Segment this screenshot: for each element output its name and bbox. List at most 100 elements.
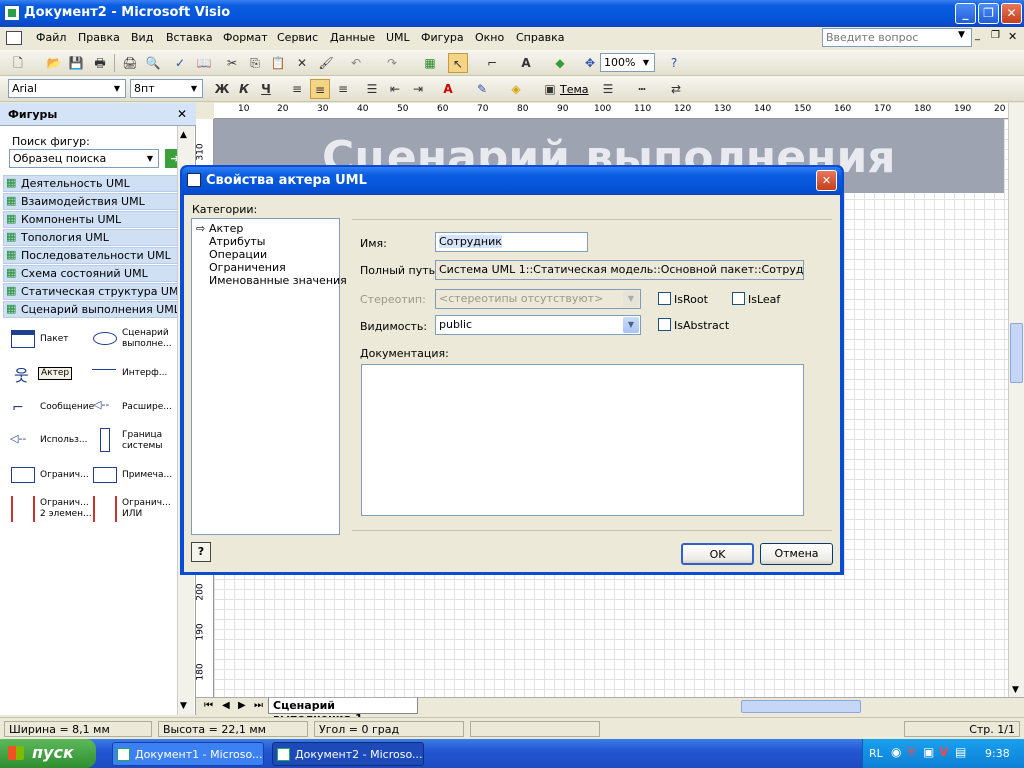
name-input[interactable]: Сотрудник [435,232,588,252]
align-center-icon[interactable]: ≡ [310,79,330,99]
tray-monitor-icon[interactable]: ▣ [923,745,934,759]
menu-data[interactable]: Данные [330,31,375,44]
menu-file[interactable]: Файл [36,31,66,44]
category-tagged-values[interactable]: Именованные значения [209,274,347,287]
connector-tool-icon[interactable]: ⌐ [482,53,502,73]
stencil-collaboration[interactable]: Взаимодействия UML [3,193,178,210]
visibility-select[interactable]: public ▼ [435,315,641,335]
last-page-icon[interactable]: ⏭ [254,700,263,711]
scroll-down-icon[interactable]: ▼ [180,701,187,711]
pan-zoom-icon[interactable]: ✥ [580,53,600,73]
new-icon[interactable]: 🗋 [8,53,28,73]
stamp-icon[interactable]: ◆ [550,53,570,73]
scroll-up-icon[interactable]: ▲ [180,130,187,140]
category-operations[interactable]: Операции [209,248,267,261]
shapes-window-icon[interactable]: ▦ [420,53,440,73]
save-icon[interactable]: 💾 [66,53,86,73]
canvas-vertical-scrollbar[interactable]: ▼ [1008,103,1024,697]
system-boundary-shape-icon[interactable] [100,428,110,452]
menu-tools[interactable]: Сервис [277,31,318,44]
first-page-icon[interactable]: ⏮ [204,700,213,711]
bullets-icon[interactable]: ☰ [362,79,382,99]
uses-shape-icon[interactable]: ◁‑‑ [10,432,26,445]
extends-shape-icon[interactable]: ◁‑‑ [93,398,109,411]
underline-icon[interactable]: Ч [256,79,276,99]
menu-uml[interactable]: UML [386,31,410,44]
menu-window[interactable]: Окно [475,31,504,44]
stencil-sequence[interactable]: Последовательности UML [3,247,178,264]
tray-network-icon[interactable]: ◉ [891,745,901,759]
panel-close-icon[interactable]: ✕ [177,107,187,121]
menu-insert[interactable]: Вставка [166,31,213,44]
format-painter-icon[interactable]: 🖌 [316,53,336,73]
theme-button[interactable]: Тема [560,83,589,96]
bold-icon[interactable]: Ж [212,79,232,99]
dialog-close-button[interactable]: ✕ [816,170,837,191]
restore-button[interactable]: ❐ [978,3,999,24]
zoom-combo[interactable]: 100% ▼ [600,53,655,72]
copy-icon[interactable]: ⎘ [245,53,265,73]
open-icon[interactable]: 📂 [44,53,64,73]
stencil-static-structure[interactable]: Статическая структура UML [3,283,185,300]
interface-shape-icon[interactable] [92,369,116,370]
documentation-textarea[interactable] [361,364,804,516]
stencil-component[interactable]: Компоненты UML [3,211,178,228]
note-shape-icon[interactable] [93,467,117,483]
start-button[interactable]: пуск [0,739,96,768]
font-color-icon[interactable]: A [438,79,458,99]
line-weight-icon[interactable]: ☰ [598,79,618,99]
font-size-combo[interactable]: 8пт ▼ [130,79,203,98]
cancel-button[interactable]: Отмена [760,543,833,565]
isabstract-checkbox[interactable] [658,318,671,331]
print-icon[interactable]: 🖨 [120,53,140,73]
ok-button[interactable]: OK [681,543,754,565]
tray-shield-icon[interactable]: ⛨ [907,745,916,760]
paste-icon[interactable]: 📋 [268,53,288,73]
scroll-down-icon[interactable]: ▼ [1012,685,1019,695]
constraint-two-elements-icon[interactable] [11,496,35,522]
undo-icon[interactable]: ↶ [346,53,366,73]
doc-close-button[interactable]: ✕ [1008,30,1017,43]
increase-indent-icon[interactable]: ⇥ [408,79,428,99]
category-attributes[interactable]: Атрибуты [209,235,265,248]
font-combo[interactable]: Arial ▼ [8,79,126,98]
stencil-statechart[interactable]: Схема состояний UML [3,265,178,282]
package-shape-icon[interactable] [11,330,35,348]
doc-minimize-button[interactable]: _ [975,30,980,41]
next-page-icon[interactable]: ▶ [238,700,246,711]
align-left-icon[interactable]: ≡ [287,79,307,99]
redo-icon[interactable]: ↷ [382,53,402,73]
isroot-checkbox[interactable] [658,292,671,305]
stencil-activity[interactable]: Деятельность UML [3,175,178,192]
category-actor[interactable]: Актер [209,222,243,235]
delete-icon[interactable]: ✕ [292,53,312,73]
fill-color-icon[interactable]: ◈ [506,79,526,99]
pointer-tool-icon[interactable]: ↖ [448,53,468,73]
document-icon[interactable] [6,31,22,45]
text-tool-icon[interactable]: A [516,53,536,73]
theme-icon[interactable]: ▣ [540,79,560,99]
decrease-indent-icon[interactable]: ⇤ [385,79,405,99]
spelling-icon[interactable]: ✓ [170,53,190,73]
use-case-shape-icon[interactable] [93,332,117,345]
stencil-deployment[interactable]: Топология UML [3,229,178,246]
menu-help[interactable]: Справка [516,31,564,44]
permission-icon[interactable]: 🖶 [90,53,110,73]
line-color-icon[interactable]: ✎ [472,79,492,99]
menu-edit[interactable]: Правка [78,31,120,44]
menu-shape[interactable]: Фигура [421,31,464,44]
ask-question-input[interactable]: Введите вопрос [822,28,972,47]
research-icon[interactable]: 📖 [194,53,214,73]
horizontal-scroll-thumb[interactable] [741,700,861,713]
constraint-or-icon[interactable] [93,496,117,522]
ask-dropdown-icon[interactable]: ▼ [958,30,965,40]
menu-format[interactable]: Формат [223,31,268,44]
italic-icon[interactable]: К [234,79,254,99]
category-constraints[interactable]: Ограничения [209,261,286,274]
page-tab[interactable]: Сценарий выполнения-1 [268,698,418,725]
taskbar-task-doc2[interactable]: Документ2 - Microso... [272,742,424,766]
isleaf-checkbox[interactable] [732,292,745,305]
stencil-use-case[interactable]: Сценарий выполнения UML [3,301,180,318]
print-preview-icon[interactable]: 🔍 [143,53,163,73]
tray-antivirus-icon[interactable]: V [939,745,948,759]
